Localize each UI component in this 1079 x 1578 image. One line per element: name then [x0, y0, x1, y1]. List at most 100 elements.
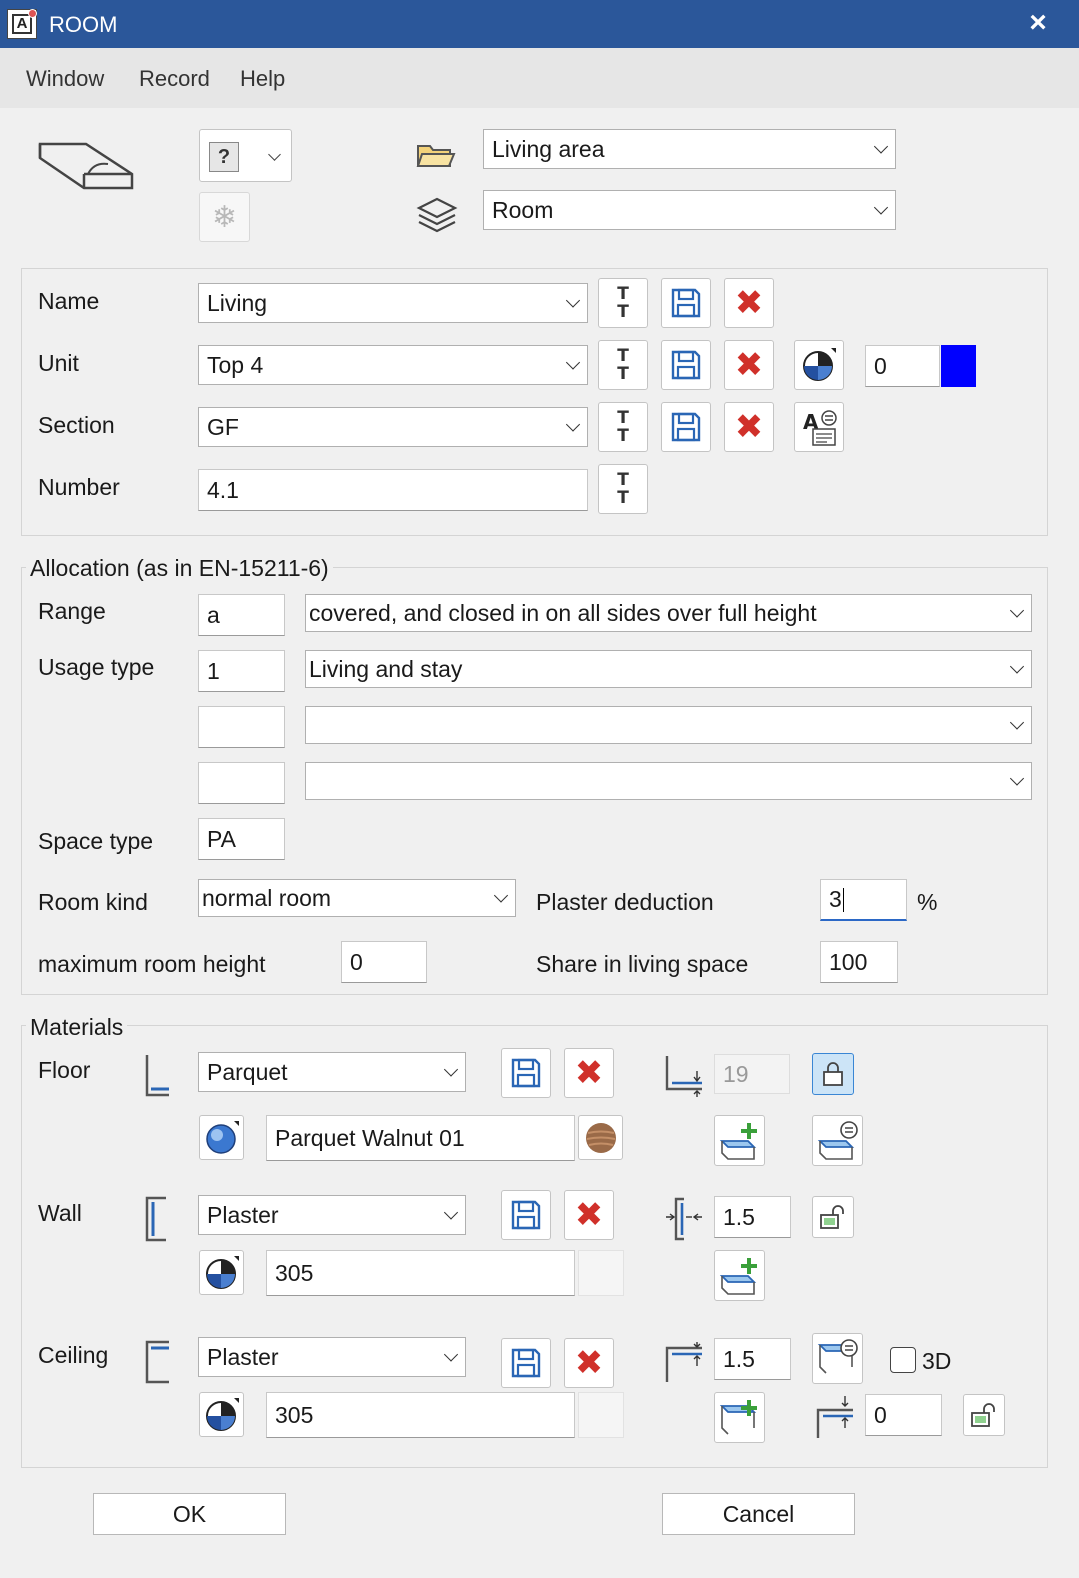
ceiling-offset-field[interactable]: 0 — [865, 1394, 942, 1436]
delete-unit-button[interactable]: ✖ — [724, 340, 774, 390]
menu-record[interactable]: Record — [139, 66, 210, 92]
ceiling-texture-swatch[interactable] — [578, 1392, 624, 1438]
text-style-button[interactable]: T T — [598, 464, 648, 514]
menu-help[interactable]: Help — [240, 66, 285, 92]
wall-lock-button[interactable] — [812, 1196, 854, 1238]
plaster-deduction-field[interactable]: 3 — [820, 879, 907, 921]
delete-wall-button[interactable]: ✖ — [564, 1190, 614, 1240]
delete-icon: ✖ — [734, 407, 764, 447]
room-kind-select[interactable]: normal room — [198, 879, 516, 917]
room-tool-icon — [36, 134, 136, 198]
ceiling-lock-button[interactable] — [963, 1394, 1005, 1436]
floor-layer-settings-button[interactable] — [812, 1115, 863, 1166]
name-select[interactable]: Living — [198, 283, 588, 323]
delete-section-button[interactable]: ✖ — [724, 402, 774, 452]
cancel-button[interactable]: Cancel — [662, 1493, 855, 1535]
ceiling-layer-settings-button[interactable] — [812, 1333, 863, 1384]
max-height-field[interactable]: 0 — [341, 941, 427, 983]
wall-thickness-value: 1.5 — [723, 1203, 755, 1230]
floor-surface-field[interactable]: Parquet Walnut 01 — [266, 1115, 575, 1161]
save-section-button[interactable] — [661, 402, 711, 452]
range-code-field[interactable]: a — [198, 594, 285, 636]
wall-color-button[interactable] — [199, 1250, 244, 1295]
floor-texture-button[interactable] — [578, 1115, 623, 1160]
save-name-button[interactable] — [661, 278, 711, 328]
layer-select[interactable]: Room — [483, 190, 896, 230]
color-wheel-icon — [803, 348, 836, 381]
title-bar: A ROOM × — [0, 0, 1079, 48]
ceiling-color-button[interactable] — [199, 1392, 244, 1437]
floor-material-value: Parquet — [207, 1058, 288, 1085]
close-button[interactable]: × — [1018, 4, 1058, 44]
usage-desc-value: Living and stay — [309, 655, 463, 682]
color-picker-button[interactable] — [794, 340, 844, 390]
text-style-button[interactable]: T T — [598, 340, 648, 390]
usage-code-field-2[interactable] — [198, 706, 285, 748]
floor-thickness-field[interactable]: 19 — [714, 1054, 790, 1094]
usage-code-value: 1 — [207, 657, 220, 684]
ceiling-thickness-field[interactable]: 1.5 — [714, 1338, 791, 1380]
usage-select-2[interactable] — [305, 706, 1032, 744]
floor-lock-button[interactable] — [812, 1053, 854, 1095]
range-select[interactable]: covered, and closed in on all sides over… — [305, 594, 1032, 632]
color-wheel-icon — [205, 1397, 239, 1431]
text-style-button[interactable]: T T — [598, 402, 648, 452]
usage-code-field-3[interactable] — [198, 762, 285, 804]
text-settings-icon: A — [803, 410, 837, 446]
app-icon: A — [7, 9, 37, 39]
color-wheel-icon — [205, 1255, 239, 1289]
max-height-label: maximum room height — [38, 951, 266, 977]
text-style-button[interactable]: T T — [598, 278, 648, 328]
wall-label: Wall — [38, 1200, 82, 1226]
ceiling-surface-field[interactable]: 305 — [266, 1392, 575, 1438]
usage-select-3[interactable] — [305, 762, 1032, 800]
save-ceiling-button[interactable] — [501, 1338, 551, 1388]
freeze-button[interactable]: ❄ — [199, 192, 250, 242]
floor-surface-button[interactable] — [199, 1115, 244, 1160]
usage-select[interactable]: Living and stay — [305, 650, 1032, 688]
layer-select-value: Room — [492, 196, 554, 223]
delete-floor-button[interactable]: ✖ — [564, 1048, 614, 1098]
save-icon — [511, 1348, 541, 1378]
menu-window[interactable]: Window — [26, 66, 104, 92]
unit-select[interactable]: Top 4 — [198, 345, 588, 385]
delete-name-button[interactable]: ✖ — [724, 278, 774, 328]
usage-code-field[interactable]: 1 — [198, 650, 285, 692]
unit-value: Top 4 — [207, 351, 264, 378]
share-living-field[interactable]: 100 — [820, 941, 898, 983]
percent-unit: % — [917, 889, 938, 915]
save-wall-button[interactable] — [501, 1190, 551, 1240]
wall-surface-field[interactable]: 305 — [266, 1250, 575, 1296]
delete-icon: ✖ — [734, 345, 764, 385]
number-field[interactable]: 4.1 — [198, 469, 588, 511]
unit-color-swatch[interactable] — [941, 345, 976, 387]
ceiling-thickness-icon — [664, 1340, 704, 1384]
space-type-field[interactable]: PA — [198, 818, 285, 860]
layers-icon — [416, 196, 458, 236]
wall-add-layer-button[interactable] — [714, 1250, 765, 1301]
plaster-deduction-value: 3 — [829, 886, 842, 912]
save-icon — [671, 288, 701, 318]
checkbox-3d[interactable] — [890, 1347, 916, 1373]
unit-number-field[interactable]: 0 — [865, 345, 940, 387]
share-living-label: Share in living space — [536, 951, 749, 977]
ceiling-material-select[interactable]: Plaster — [198, 1337, 466, 1377]
ceiling-add-layer-button[interactable] — [714, 1392, 765, 1443]
save-floor-button[interactable] — [501, 1048, 551, 1098]
help-icon: ? — [209, 142, 239, 172]
folder-select[interactable]: Living area — [483, 129, 896, 169]
save-unit-button[interactable] — [661, 340, 711, 390]
wall-material-select[interactable]: Plaster — [198, 1195, 466, 1235]
help-dropdown-button[interactable]: ? — [199, 129, 292, 182]
ok-button[interactable]: OK — [93, 1493, 286, 1535]
floor-add-layer-button[interactable] — [714, 1115, 765, 1166]
floor-material-select[interactable]: Parquet — [198, 1052, 466, 1092]
save-icon — [671, 350, 701, 380]
wall-texture-swatch[interactable] — [578, 1250, 624, 1296]
materials-title: Materials — [26, 1014, 128, 1041]
section-select[interactable]: GF — [198, 407, 588, 447]
delete-ceiling-button[interactable]: ✖ — [564, 1338, 614, 1388]
text-settings-button[interactable]: A — [794, 402, 844, 452]
room-kind-label: Room kind — [38, 889, 148, 915]
wall-thickness-field[interactable]: 1.5 — [714, 1196, 791, 1238]
